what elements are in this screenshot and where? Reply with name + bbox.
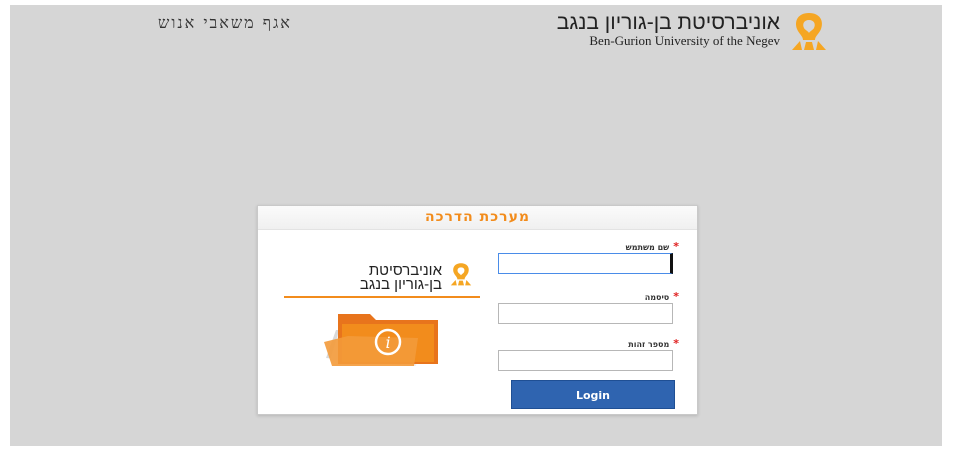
panel-title: מערכת הדרכה [424, 209, 531, 225]
svg-text:i: i [385, 333, 390, 352]
password-input[interactable] [498, 303, 673, 324]
login-panel: מערכת הדרכה אוניברסיטת בן-גוריון בנגב i [257, 205, 698, 415]
bgu-logo-icon [450, 263, 472, 286]
brand-underline [284, 296, 480, 298]
panel-university-brand: אוניברסיטת בן-גוריון בנגב [282, 256, 482, 302]
panel-university-name: אוניברסיטת בן-גוריון בנגב [359, 263, 442, 293]
department-title: אגף משאבי אנוש [158, 13, 292, 32]
id-number-input[interactable] [498, 350, 673, 371]
required-marker: * [673, 337, 679, 350]
bgu-logo-icon [792, 13, 826, 50]
username-label: *שם משתמש [626, 240, 679, 253]
page-background: אגף משאבי אנוש אוניברסיטת בן-גוריון בנגב… [10, 5, 942, 446]
username-input[interactable] [498, 253, 673, 274]
username-label-text: שם משתמש [625, 243, 670, 252]
password-label-text: סיסמה [644, 293, 670, 302]
panel-university-name-line2: בן-גוריון בנגב [359, 276, 442, 293]
id-number-label: *מספר זהות [628, 337, 679, 350]
panel-header: מערכת הדרכה [258, 206, 697, 230]
university-name-english: Ben-Gurion University of the Negev [589, 33, 780, 48]
required-marker: * [673, 290, 679, 303]
university-brand: אוניברסיטת בן-גוריון בנגב Ben-Gurion Uni… [490, 11, 830, 51]
university-name-hebrew: אוניברסיטת בן-גוריון בנגב [556, 11, 780, 34]
login-button[interactable]: Login [511, 380, 675, 409]
info-folder-icon: i [324, 314, 438, 366]
password-label: *סיסמה [645, 290, 679, 303]
id-number-label-text: מספר זהות [628, 340, 670, 349]
required-marker: * [673, 240, 679, 253]
